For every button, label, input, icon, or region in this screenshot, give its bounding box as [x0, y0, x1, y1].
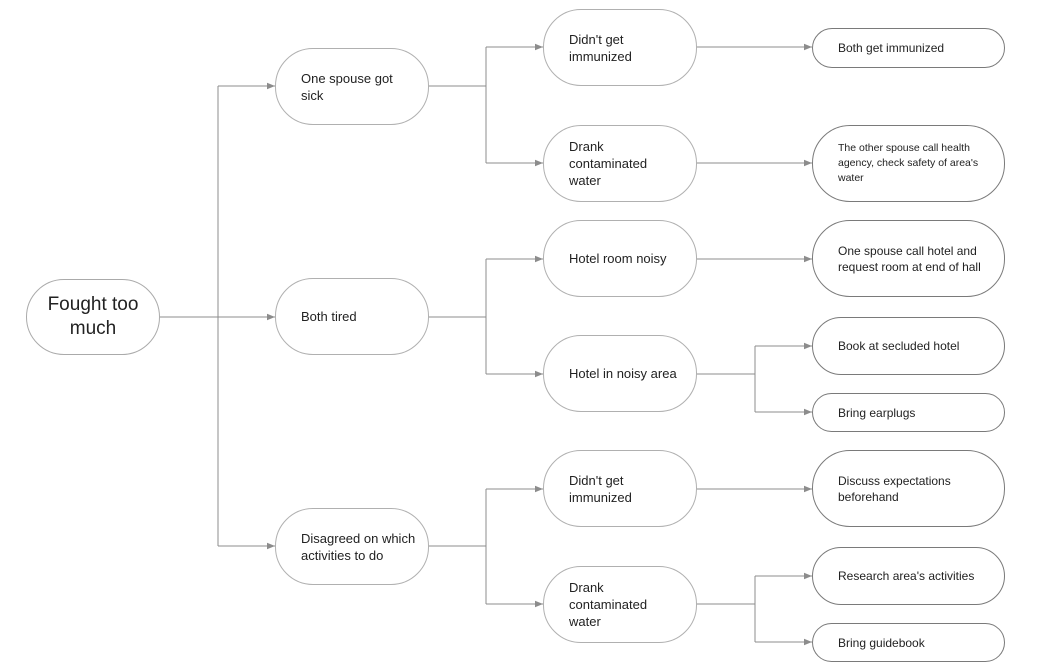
solution-node[interactable]: Research area's activities — [812, 547, 1005, 605]
solution-node[interactable]: Bring earplugs — [812, 393, 1005, 432]
solution-label: Bring earplugs — [838, 405, 916, 420]
solution-node[interactable]: Book at secluded hotel — [812, 317, 1005, 375]
solution-node[interactable]: One spouse call hotel and request room a… — [812, 220, 1005, 297]
root-label: Fought too much — [47, 294, 139, 339]
subcause-node[interactable]: Drank contaminated water — [543, 125, 697, 202]
subcause-node[interactable]: Didn't get immunized — [543, 9, 697, 86]
solution-label: Bring guidebook — [838, 635, 925, 650]
subcause-node[interactable]: Hotel in noisy area — [543, 335, 697, 412]
solution-label: One spouse call hotel and request room a… — [838, 243, 981, 274]
subcause-label: Hotel in noisy area — [569, 366, 677, 381]
solution-node[interactable]: The other spouse call health agency, che… — [812, 125, 1005, 202]
solution-label: Research area's activities — [838, 569, 975, 583]
solution-node[interactable]: Bring guidebook — [812, 623, 1005, 662]
subcause-label: Drank contaminated water — [569, 580, 648, 629]
subcause-label: Drank contaminated water — [569, 139, 648, 188]
subcause-node[interactable]: Drank contaminated water — [543, 566, 697, 643]
cause-label: Both tired — [301, 309, 357, 324]
solution-label: Both get immunized — [838, 41, 945, 55]
solution-label: Book at secluded hotel — [838, 339, 960, 353]
cause-node[interactable]: Disagreed on which activities to do — [275, 508, 429, 585]
subcause-label: Hotel room noisy — [569, 251, 667, 266]
solution-label: Discuss expectations beforehand — [838, 473, 951, 504]
solution-label: The other spouse call health agency, che… — [838, 142, 979, 184]
cause-label: Disagreed on which activities to do — [301, 530, 416, 563]
subcause-node[interactable]: Didn't get immunized — [543, 450, 697, 527]
solution-node[interactable]: Both get immunized — [812, 28, 1005, 68]
cause-node[interactable]: Both tired — [275, 278, 429, 355]
cause-node[interactable]: One spouse got sick — [275, 48, 429, 125]
subcause-label: Didn't get immunized — [569, 31, 632, 64]
subcause-label: Didn't get immunized — [569, 472, 632, 505]
solution-node[interactable]: Discuss expectations beforehand — [812, 450, 1005, 527]
root-node[interactable]: Fought too much — [26, 279, 160, 355]
cause-label: One spouse got sick — [301, 70, 393, 103]
subcause-node[interactable]: Hotel room noisy — [543, 220, 697, 297]
